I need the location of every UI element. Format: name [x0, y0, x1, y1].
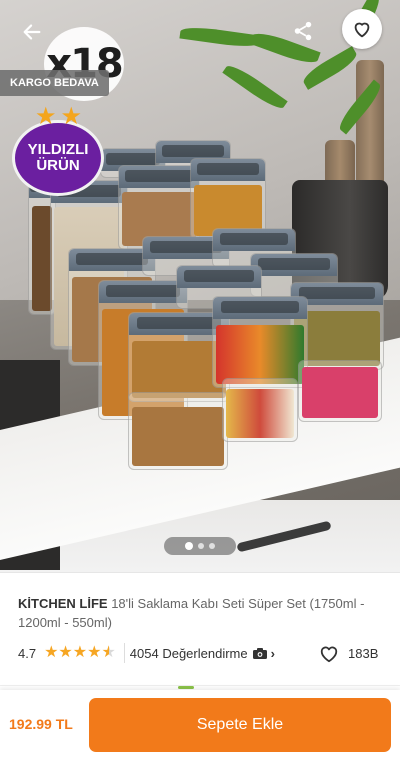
product-brand[interactable]: KİTCHEN LİFE — [18, 596, 108, 611]
image-container — [128, 392, 228, 470]
heart-icon — [354, 22, 370, 38]
carousel-dot[interactable] — [209, 543, 215, 549]
divider — [0, 685, 400, 686]
carousel-dot[interactable] — [185, 542, 193, 550]
add-to-cart-button[interactable]: Sepete Ekle — [89, 698, 391, 752]
divider — [123, 643, 125, 663]
image-container — [212, 296, 308, 388]
back-button[interactable] — [16, 16, 48, 48]
rating-score: 4.7 — [18, 645, 37, 661]
rating-stars: ★ ★ ★ ★ ★ — [44, 645, 116, 661]
image-container — [222, 378, 298, 442]
star-icon: ★ — [72, 644, 88, 661]
badge-stars: ★ ★ — [35, 103, 83, 130]
bottom-action-bar: 192.99 TL Sepete Ekle — [0, 690, 400, 763]
camera-icon — [252, 647, 267, 659]
image-plant-trunk — [356, 60, 384, 200]
section-indicator — [178, 686, 194, 689]
reviews-link[interactable]: 4054 Değerlendirme › — [130, 646, 275, 661]
free-shipping-badge: KARGO BEDAVA — [0, 70, 109, 96]
favorite-count-label: 183B — [348, 645, 379, 661]
divider — [0, 572, 400, 573]
star-icon: ★ — [101, 644, 116, 661]
star-icon: ★ — [35, 103, 57, 130]
image-drawer-handle — [236, 520, 332, 553]
image-container — [298, 360, 382, 422]
star-icon: ★ — [60, 103, 83, 130]
share-button[interactable] — [288, 16, 318, 46]
star-icon: ★ — [58, 644, 73, 661]
product-title: KİTCHEN LİFE 18'li Saklama Kabı Seti Süp… — [18, 594, 388, 632]
chevron-right-icon: › — [270, 645, 275, 661]
featured-product-badge: ★ ★ YILDIZLI ÜRÜN — [12, 105, 104, 196]
reviews-count[interactable]: 4054 Değerlendirme — [130, 646, 248, 661]
product-price: 192.99 TL — [9, 716, 73, 732]
carousel-indicator[interactable] — [164, 537, 236, 555]
featured-badge-line2: ÜRÜN — [36, 157, 80, 174]
heart-icon — [320, 646, 338, 663]
star-icon: ★ — [87, 644, 102, 661]
favorite-button[interactable] — [342, 9, 382, 49]
arrow-left-icon — [23, 24, 41, 40]
product-image-carousel[interactable]: x18 KARGO BEDAVA ★ ★ YILDIZLI ÜRÜN — [0, 0, 400, 572]
carousel-dot[interactable] — [198, 543, 204, 549]
share-icon — [294, 21, 312, 41]
star-icon: ★ — [44, 644, 59, 661]
favorite-count[interactable]: 183B — [318, 643, 378, 663]
rating-row: 4.7 ★ ★ ★ ★ ★ 4054 Değerlendirme › 183B — [18, 643, 388, 663]
featured-badge-line1: YILDIZLI — [27, 141, 89, 158]
